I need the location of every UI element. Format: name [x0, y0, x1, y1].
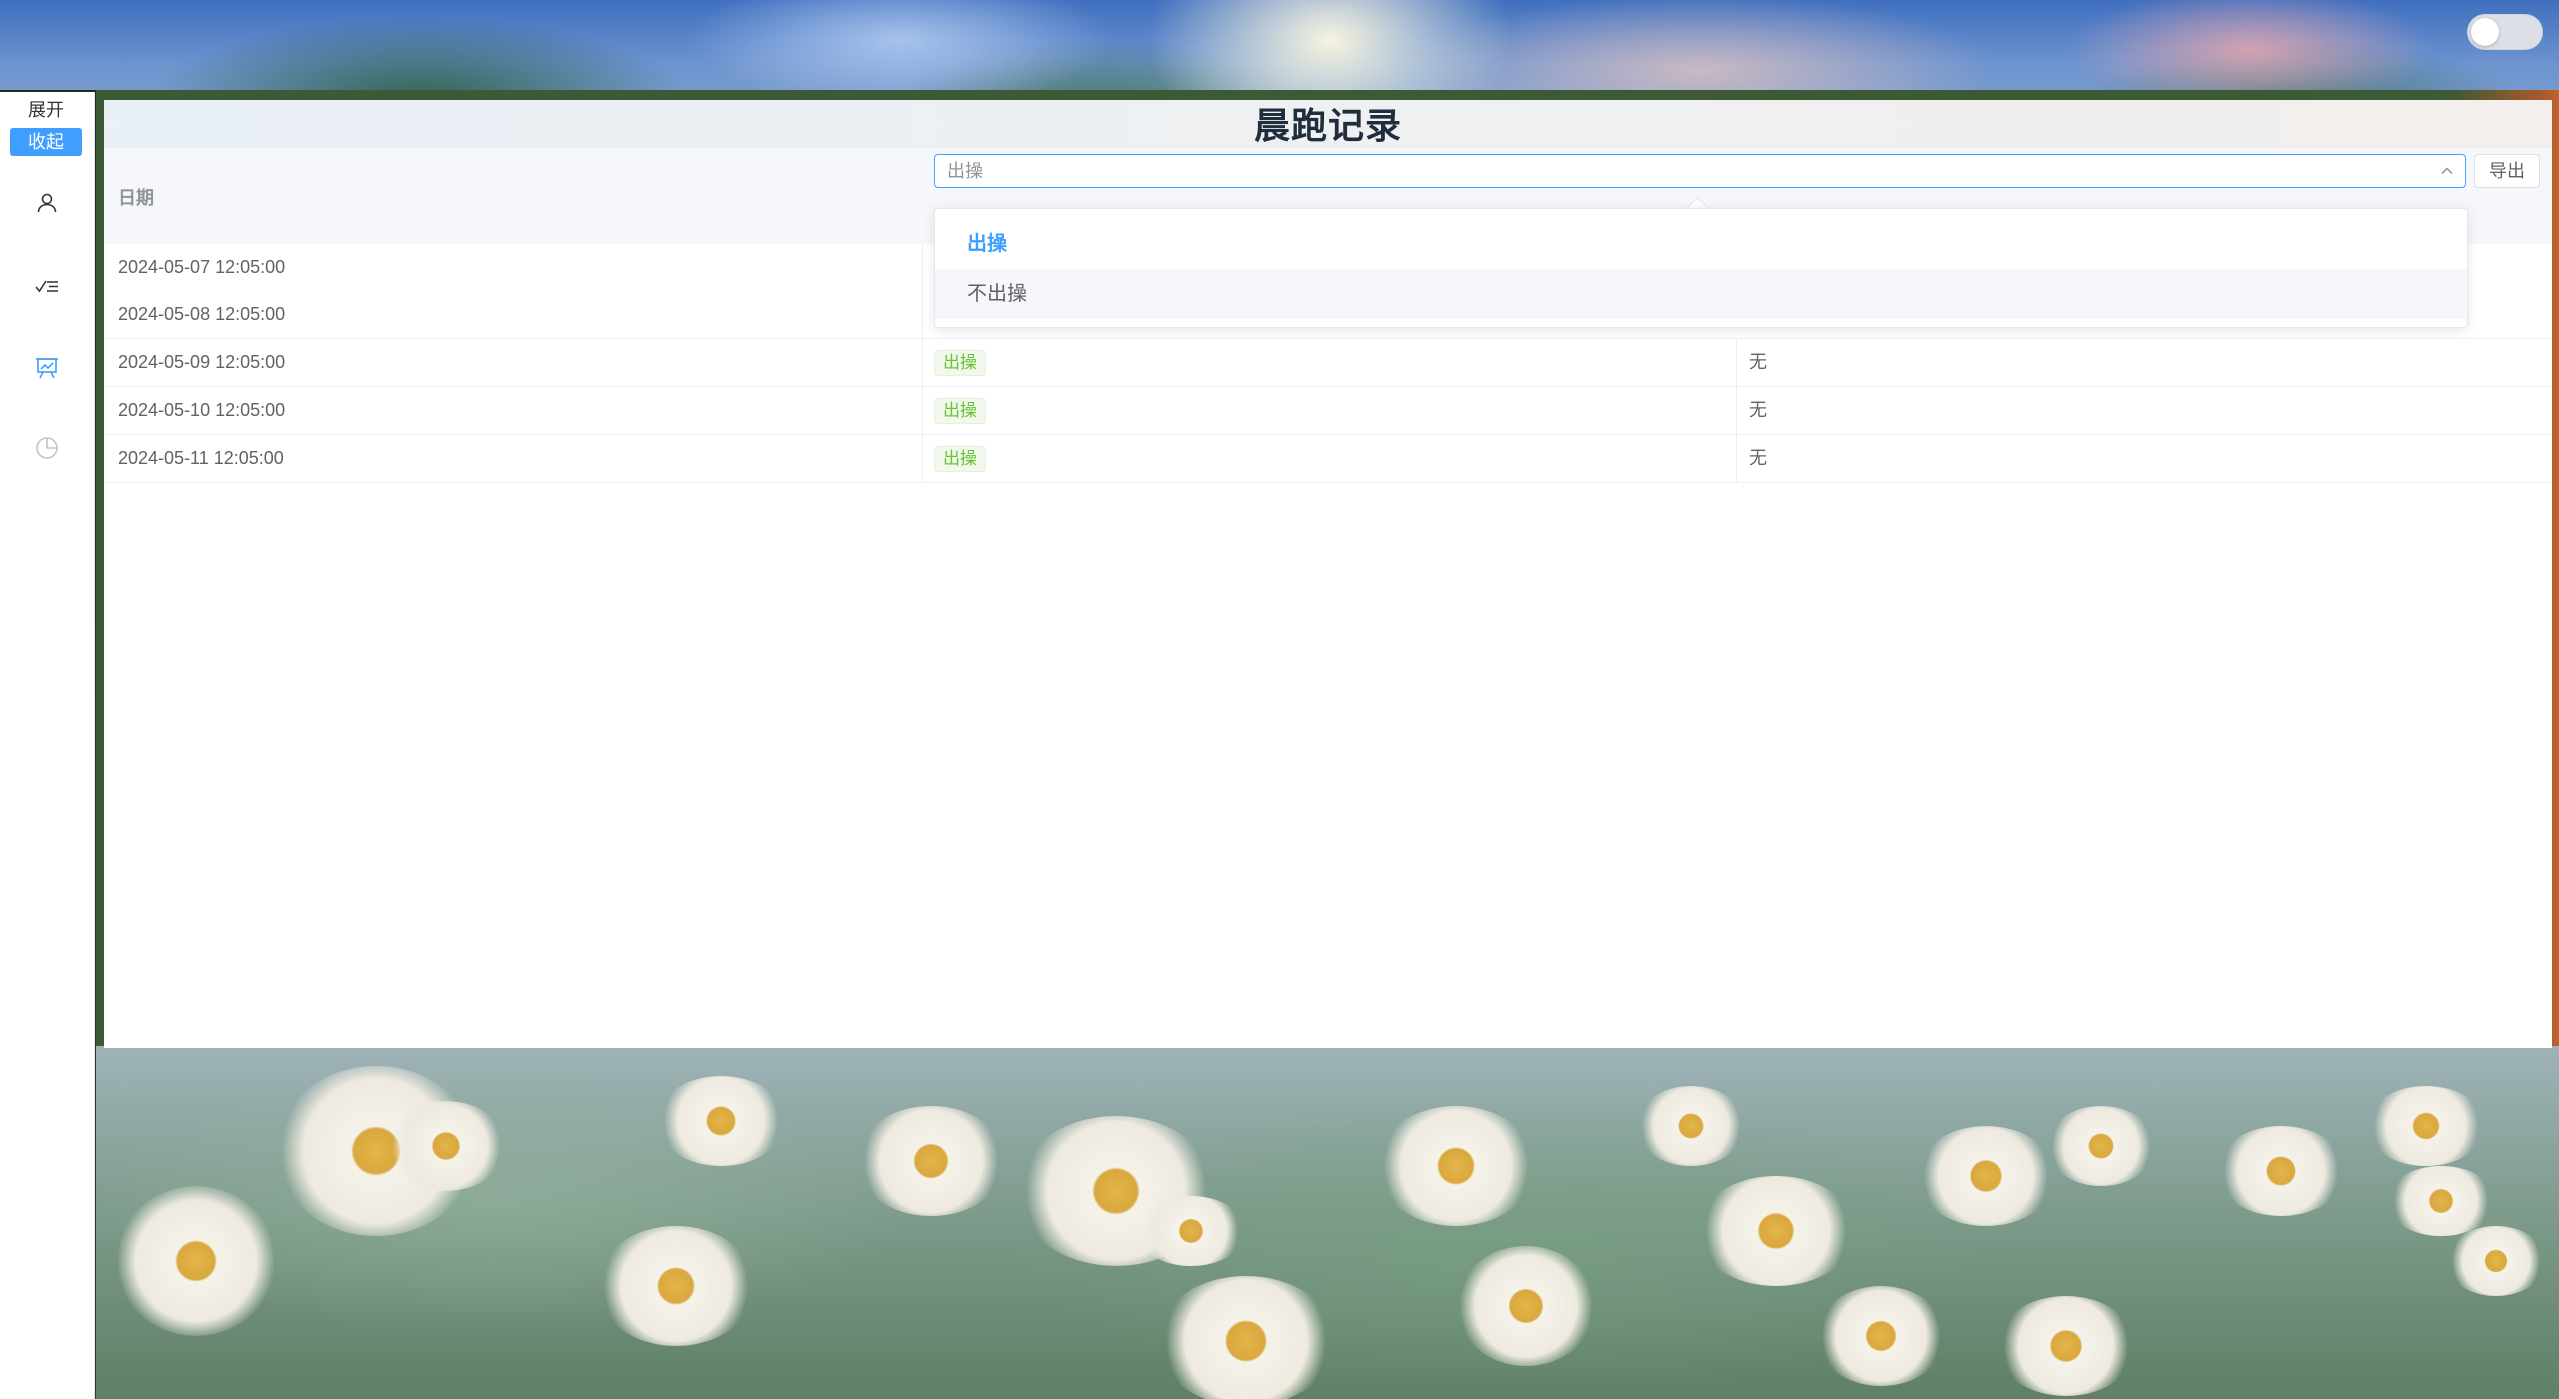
dropdown-option-absent[interactable]: 不出操 — [935, 269, 2467, 319]
date-cell: 2024-05-08 12:05:00 — [118, 304, 286, 324]
chevron-up-icon — [2441, 167, 2453, 175]
status-tag: 出操 — [934, 446, 986, 472]
theme-toggle-switch[interactable] — [2467, 14, 2543, 50]
sidebar-item-checklist[interactable] — [27, 266, 67, 306]
table-row: 2024-05-09 12:05:00 出操 无 — [104, 339, 2552, 387]
collapse-button[interactable]: 收起 — [10, 128, 82, 156]
date-cell: 2024-05-10 12:05:00 — [118, 400, 286, 420]
column-divider — [922, 291, 923, 338]
select-value: 出操 — [947, 161, 983, 181]
sidebar-item-user[interactable] — [27, 183, 67, 223]
user-icon — [37, 193, 57, 213]
chart-board-icon — [36, 358, 58, 379]
status-tag: 出操 — [934, 350, 986, 376]
date-cell: 2024-05-09 12:05:00 — [118, 352, 286, 372]
pie-chart-icon — [36, 437, 58, 459]
checklist-icon — [35, 280, 58, 293]
sidebar-item-records[interactable] — [27, 348, 67, 388]
column-header-date: 日期 — [118, 188, 154, 208]
background-daisy-field — [96, 1046, 2559, 1399]
table-row: 2024-05-10 12:05:00 出操 无 — [104, 387, 2552, 435]
column-divider — [1736, 387, 1737, 434]
toggle-knob — [2471, 18, 2499, 46]
column-divider — [922, 435, 923, 482]
column-divider — [922, 387, 923, 434]
status-filter-select[interactable]: 出操 — [934, 154, 2466, 188]
remark-cell: 无 — [1749, 448, 1767, 468]
status-tag: 出操 — [934, 398, 986, 424]
column-divider — [922, 244, 923, 291]
page-title: 晨跑记录 — [1253, 105, 1402, 146]
table-row: 2024-05-11 12:05:00 出操 无 — [104, 435, 2552, 483]
sidebar-item-statistics[interactable] — [27, 428, 67, 468]
remark-cell: 无 — [1749, 400, 1767, 420]
expand-button[interactable]: 展开 — [10, 96, 82, 124]
column-divider — [1736, 339, 1737, 386]
date-cell: 2024-05-11 12:05:00 — [118, 448, 284, 468]
dropdown-option-attend[interactable]: 出操 — [935, 219, 2467, 269]
column-divider — [1736, 435, 1737, 482]
sidebar: 展开 收起 — [0, 92, 95, 1399]
column-divider — [922, 339, 923, 386]
date-cell: 2024-05-07 12:05:00 — [118, 257, 286, 277]
remark-cell: 无 — [1749, 352, 1767, 372]
status-dropdown: 出操 不出操 — [934, 208, 2468, 328]
export-button[interactable]: 导出 — [2474, 154, 2540, 188]
